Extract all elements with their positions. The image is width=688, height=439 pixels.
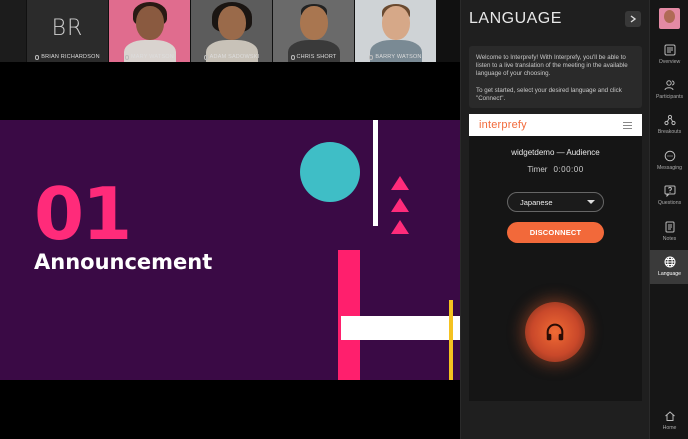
timer-value: 0:00:00 bbox=[553, 165, 584, 174]
questions-icon bbox=[664, 185, 675, 197]
welcome-message: Welcome to Interprefy! With Interprefy, … bbox=[469, 46, 642, 108]
nav-item-label: Messaging bbox=[656, 165, 683, 171]
mic-icon bbox=[35, 54, 40, 60]
nav-item-questions[interactable]: Questions bbox=[650, 179, 688, 213]
slide-triangle-decoration bbox=[391, 220, 409, 234]
timer-label: Timer bbox=[527, 165, 548, 174]
chevron-right-icon bbox=[630, 15, 637, 23]
headphones-icon bbox=[546, 323, 564, 341]
nav-item-label: Home bbox=[662, 425, 677, 431]
participants-icon bbox=[664, 80, 674, 91]
nav-item-notes[interactable]: Notes bbox=[650, 215, 688, 249]
nav-item-label: Notes bbox=[662, 236, 677, 242]
slide-triangle-decoration bbox=[391, 176, 409, 190]
event-name: widgetdemo — Audience bbox=[511, 148, 600, 157]
collapse-panel-button[interactable] bbox=[625, 11, 641, 27]
nav-item-breakouts[interactable]: Breakouts bbox=[650, 108, 688, 142]
presentation-slide: 01 Announcement bbox=[0, 120, 460, 380]
slide-title: Announcement bbox=[34, 250, 213, 274]
avatar[interactable] bbox=[659, 8, 680, 29]
slide-line-decoration bbox=[373, 120, 378, 226]
nav-item-messaging[interactable]: Messaging bbox=[650, 144, 688, 178]
right-sidebar: Overview Participants Breakouts Messagin… bbox=[649, 0, 688, 439]
video-tile[interactable]: BR BRIAN RICHARDSON bbox=[27, 0, 108, 62]
mic-icon bbox=[290, 54, 295, 60]
video-tile[interactable]: BARRY WATSON bbox=[355, 0, 436, 62]
video-tile[interactable]: CHRIS SHORT bbox=[273, 0, 354, 62]
video-strip: BR BRIAN RICHARDSON MARY WATSON ADAM SAD… bbox=[0, 0, 460, 62]
breakouts-icon bbox=[663, 114, 676, 126]
nav-item-participants[interactable]: Participants bbox=[650, 73, 688, 107]
participant-name: MARY WATSON bbox=[109, 54, 190, 60]
selected-language: Japanese bbox=[520, 197, 553, 207]
participant-name: CHRIS SHORT bbox=[273, 54, 354, 60]
video-tile-empty bbox=[0, 0, 26, 62]
listen-button[interactable] bbox=[525, 302, 585, 362]
widget-body: widgetdemo — Audience Timer 0:00:00 Japan… bbox=[469, 136, 642, 401]
interprefy-widget: interprefy widgetdemo — Audience Timer 0:… bbox=[469, 114, 642, 401]
participant-name: BRIAN RICHARDSON bbox=[27, 54, 108, 60]
slide-bar-decoration bbox=[338, 250, 360, 380]
home-icon bbox=[664, 411, 675, 421]
welcome-instructions: To get started, select your desired lang… bbox=[476, 86, 622, 102]
interprefy-logo: interprefy bbox=[479, 119, 527, 131]
video-tile[interactable]: MARY WATSON bbox=[109, 0, 190, 62]
nav-item-label: Questions bbox=[657, 200, 682, 206]
participant-name: ADAM SADOWSKI bbox=[191, 54, 272, 60]
chevron-down-icon bbox=[587, 200, 595, 204]
mic-icon bbox=[203, 54, 208, 60]
slide-number: 01 bbox=[34, 172, 132, 256]
notes-icon bbox=[665, 221, 674, 233]
participant-initials: BR bbox=[51, 15, 84, 41]
slide-bar-decoration bbox=[449, 300, 453, 380]
nav-item-label: Breakouts bbox=[657, 129, 682, 135]
slide-bar-decoration bbox=[341, 316, 460, 340]
slide-circle-decoration bbox=[300, 142, 360, 202]
panel-title: LANGUAGE bbox=[469, 10, 562, 27]
language-panel: LANGUAGE Welcome to Interprefy! With Int… bbox=[460, 0, 649, 439]
mic-icon bbox=[369, 54, 374, 60]
nav-item-home[interactable]: Home bbox=[650, 404, 688, 438]
nav-item-overview[interactable]: Overview bbox=[650, 38, 688, 72]
nav-item-language[interactable]: Language bbox=[650, 250, 688, 284]
participant-name: BARRY WATSON bbox=[355, 54, 436, 60]
menu-icon[interactable] bbox=[623, 121, 632, 129]
timer: Timer 0:00:00 bbox=[469, 165, 642, 174]
nav-item-label: Participants bbox=[655, 94, 684, 100]
language-select[interactable]: Japanese bbox=[507, 192, 604, 212]
welcome-text: Welcome to Interprefy! With Interprefy, … bbox=[476, 54, 628, 78]
mic-icon bbox=[125, 54, 130, 60]
video-tile[interactable]: ADAM SADOWSKI bbox=[191, 0, 272, 62]
messaging-icon bbox=[664, 150, 675, 162]
overview-icon bbox=[664, 44, 675, 56]
nav-item-label: Language bbox=[657, 271, 682, 277]
widget-header: interprefy bbox=[469, 114, 642, 136]
disconnect-button[interactable]: DISCONNECT bbox=[507, 222, 604, 243]
nav-item-label: Overview bbox=[658, 59, 681, 65]
slide-triangle-decoration bbox=[391, 198, 409, 212]
globe-icon bbox=[664, 256, 675, 268]
